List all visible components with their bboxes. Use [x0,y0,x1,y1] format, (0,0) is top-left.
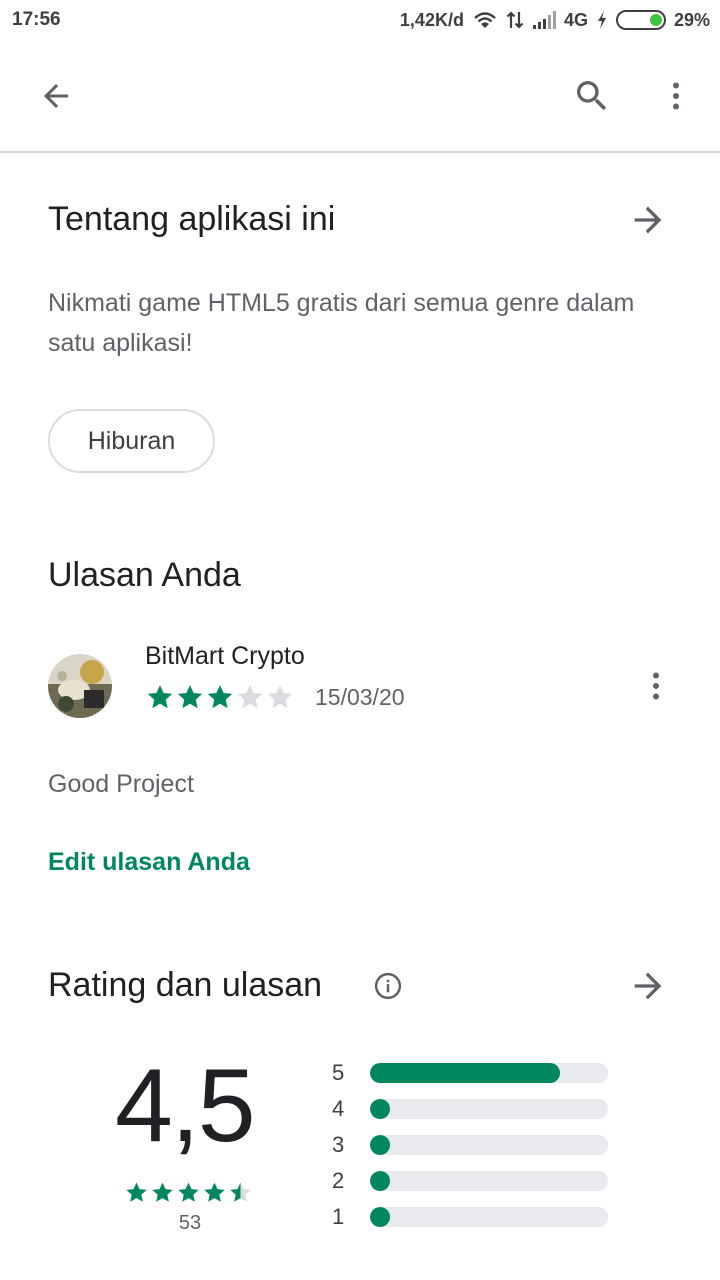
histogram-row-2: 2 [332,1168,632,1193]
histogram-bar [370,1099,390,1119]
histogram-track [370,1207,608,1227]
review-text: Good Project [48,770,194,798]
star-empty-icon [237,685,263,709]
histogram-label: 5 [332,1060,345,1085]
back-button[interactable] [28,68,84,124]
about-title: Tentang aplikasi ini [48,200,336,238]
star-empty-icon [267,685,293,709]
star-filled-icon [177,685,203,709]
your-review-title: Ulasan Anda [48,556,241,594]
reviewer-name: BitMart Crypto [145,642,305,670]
wifi-icon [474,12,496,28]
review-date: 15/03/20 [315,684,405,710]
star-filled-icon [147,685,173,709]
about-arrow-button[interactable] [624,196,672,244]
status-bar: 17:56 1,42K/d 4G 29% [0,0,720,40]
charging-icon [597,11,606,29]
avatar [48,654,112,718]
histogram-bar [370,1207,390,1227]
signal-icon [532,11,556,29]
data-transfer-icon [506,11,524,29]
ratings-arrow-button[interactable] [624,962,672,1010]
star-half-icon [230,1182,251,1202]
category-chip[interactable]: Hiburan [48,409,215,473]
review-star-rating [145,682,295,712]
network-speed: 1,42K/d [399,9,464,30]
more-options-button[interactable] [648,68,704,124]
histogram-bar [370,1135,390,1155]
about-description: Nikmati game HTML5 gratis dari semua gen… [48,289,635,357]
battery-icon [615,10,666,30]
status-icons: 1,42K/d 4G 29% [400,8,710,32]
histogram-label: 2 [332,1168,345,1193]
star-filled-icon [152,1182,173,1202]
review-more-button[interactable] [632,662,680,710]
star-filled-icon [126,1182,147,1202]
histogram-track [370,1171,608,1191]
arrow-forward-icon [634,206,662,234]
info-icon [374,972,402,1000]
histogram-row-3: 3 [332,1132,632,1157]
histogram-row-5: 5 [332,1060,632,1085]
more-vert-icon [653,672,659,700]
battery-percent: 29% [673,9,710,30]
review-count: 53 [178,1212,202,1234]
histogram-label: 4 [332,1096,345,1121]
histogram-bar [370,1063,560,1083]
info-button[interactable] [373,971,403,1001]
more-vert-icon [673,82,679,110]
histogram-label: 1 [332,1204,345,1229]
histogram-track [370,1099,608,1119]
arrow-forward-icon [634,972,662,1000]
search-icon [577,81,607,111]
battery-level [649,14,662,26]
status-time: 17:56 [12,9,61,30]
histogram-bar [370,1171,390,1191]
search-button[interactable] [564,68,620,124]
histogram-row-1: 1 [332,1204,632,1229]
back-arrow-icon [44,84,68,108]
average-rating: 4,5 [115,1048,256,1164]
histogram-track [370,1135,608,1155]
histogram-track [370,1063,608,1083]
avatar-image [48,654,112,718]
ratings-title: Rating dan ulasan [48,966,323,1004]
app-bar [0,40,720,153]
average-star-rating [124,1180,253,1205]
histogram-row-4: 4 [332,1096,632,1121]
network-type: 4G [563,9,588,30]
histogram-label: 3 [332,1132,345,1157]
edit-review-link[interactable]: Edit ulasan Anda [48,848,250,877]
star-filled-icon [207,685,233,709]
star-filled-icon [204,1182,225,1202]
star-filled-icon [178,1182,199,1202]
